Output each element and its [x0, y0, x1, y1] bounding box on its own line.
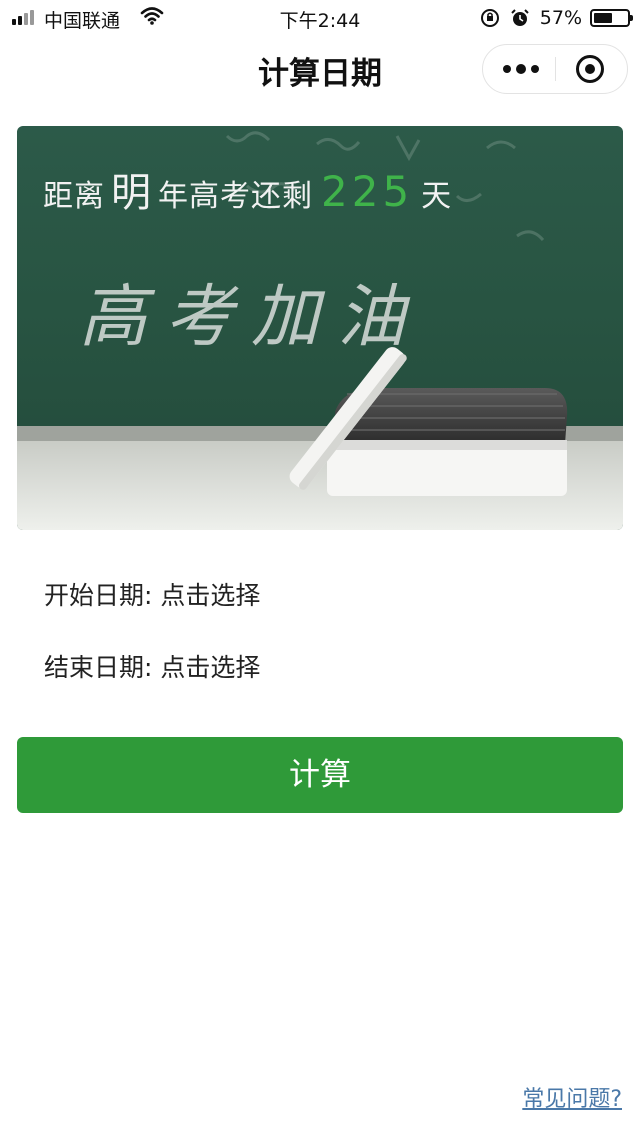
countdown-middle: 年高考还剩	[158, 179, 313, 214]
countdown-prefix: 距离	[43, 179, 105, 214]
faq-link[interactable]: 常见问题?	[522, 1081, 622, 1113]
chalk-slogan: 高考加油	[79, 278, 424, 357]
status-right-group: 57%	[480, 6, 633, 30]
orientation-lock-icon	[480, 9, 499, 27]
countdown-days: 225	[321, 167, 414, 216]
close-button[interactable]	[556, 45, 628, 93]
alarm-icon	[511, 9, 529, 26]
countdown-year: 明	[111, 170, 152, 216]
more-button[interactable]	[483, 45, 555, 93]
end-date-picker[interactable]: 结束日期: 点击选择	[44, 648, 260, 684]
target-circle-icon	[576, 55, 604, 83]
gaokao-banner: 高考加油 距离明年高考还剩 225 天	[17, 126, 623, 530]
calculate-button[interactable]: 计算	[17, 737, 623, 813]
battery-fill	[594, 13, 612, 23]
battery-icon	[590, 9, 633, 27]
mini-program-capsule	[482, 44, 628, 94]
status-bar: 中国联通 下午2:44 57%	[0, 0, 640, 36]
countdown-text: 距离明年高考还剩 225 天	[43, 160, 452, 218]
more-dots-icon	[503, 64, 539, 74]
battery-percent: 57%	[539, 7, 582, 29]
start-date-picker[interactable]: 开始日期: 点击选择	[44, 576, 260, 612]
countdown-suffix: 天	[421, 179, 453, 214]
